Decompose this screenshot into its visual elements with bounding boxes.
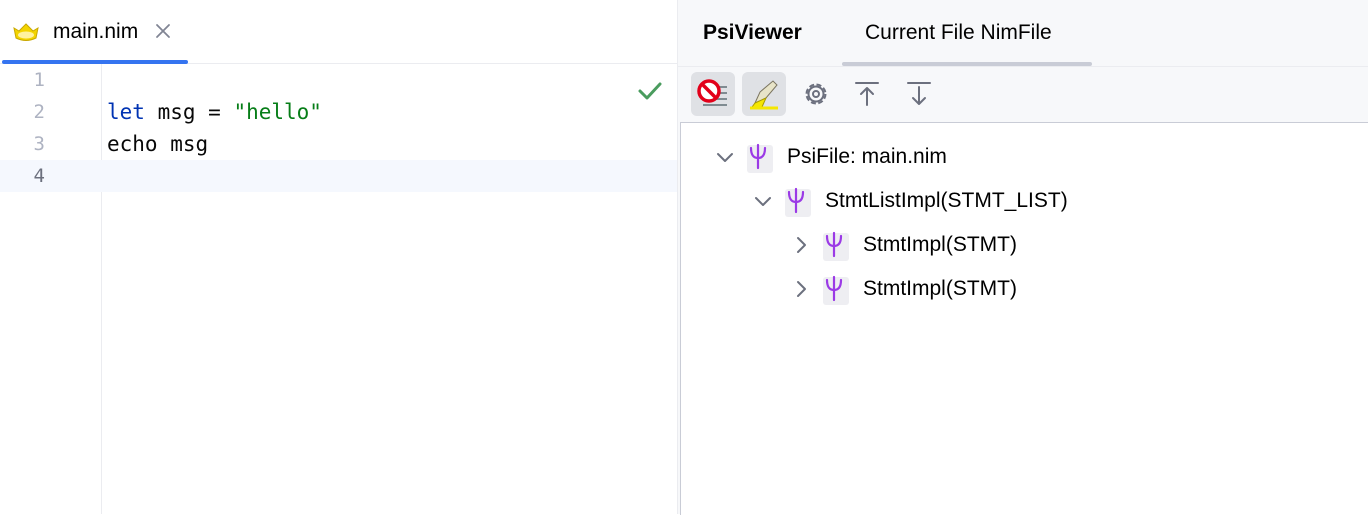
arrow-up-bar-icon <box>855 82 879 106</box>
code-text: echo msg <box>107 128 208 160</box>
no-entry-icon <box>697 79 727 106</box>
tab-current-file-label: Current File NimFile <box>865 21 1052 44</box>
tab-current-file[interactable]: Current File NimFile <box>842 0 1092 66</box>
psi-element-icon <box>823 275 849 305</box>
code-line[interactable]: 1 <box>0 64 677 96</box>
disable-highlight-button[interactable] <box>691 72 735 116</box>
code-token-plain: echo msg <box>107 132 209 156</box>
tree-node[interactable]: PsiFile: main.nim <box>715 135 1368 179</box>
arrow-down-bar-icon <box>907 82 931 105</box>
tree-node[interactable]: StmtImpl(STMT) <box>791 267 1368 311</box>
scroll-to-source-button[interactable] <box>897 72 941 116</box>
psiviewer-panel: PsiViewer Current File NimFile PsiFile: … <box>677 0 1368 515</box>
chevron-right-icon[interactable] <box>791 279 811 299</box>
tree-node-label: StmtImpl(STMT) <box>863 277 1017 300</box>
chevron-down-icon[interactable] <box>753 191 773 211</box>
code-line[interactable]: 4 <box>0 160 677 192</box>
psi-element-icon <box>785 187 811 217</box>
tree-node[interactable]: StmtImpl(STMT) <box>791 223 1368 267</box>
nim-crown-icon <box>13 23 39 41</box>
psiviewer-header: PsiViewer Current File NimFile <box>678 0 1368 67</box>
gear-icon <box>805 83 827 105</box>
line-number: 3 <box>33 133 45 155</box>
settings-button[interactable] <box>794 72 838 116</box>
close-icon[interactable] <box>154 22 172 40</box>
code-token-string: "hello" <box>233 100 322 124</box>
tab-label: main.nim <box>53 20 139 43</box>
code-token-plain: msg = <box>144 100 234 124</box>
line-number: 1 <box>33 69 45 91</box>
panel-title: PsiViewer <box>703 21 802 44</box>
code-line[interactable]: 2 let msg = "hello" <box>0 96 677 128</box>
tab-main-nim[interactable]: main.nim <box>0 0 188 64</box>
psi-element-icon <box>823 231 849 261</box>
line-number: 2 <box>33 101 45 123</box>
code-token-keyword: let <box>107 100 145 124</box>
psiviewer-toolbar <box>678 66 1368 122</box>
psi-element-icon <box>747 143 773 173</box>
highlighter-icon <box>750 80 778 110</box>
highlight-button[interactable] <box>742 72 786 116</box>
chevron-right-icon[interactable] <box>791 235 811 255</box>
tree-node-label: StmtImpl(STMT) <box>863 233 1017 256</box>
tree-node-label: StmtListImpl(STMT_LIST) <box>825 189 1068 212</box>
psi-tree[interactable]: PsiFile: main.nim StmtListImpl(STMT_LIST)… <box>680 122 1368 515</box>
tree-node[interactable]: StmtListImpl(STMT_LIST) <box>753 179 1368 223</box>
line-number: 4 <box>33 165 45 187</box>
scroll-from-source-button[interactable] <box>845 72 889 116</box>
code-text: let msg = "hello" <box>107 96 322 128</box>
editor-tab-bar: main.nim <box>0 0 677 64</box>
chevron-down-icon[interactable] <box>715 147 735 167</box>
code-line[interactable]: 3 echo msg <box>0 128 677 160</box>
editor-pane: main.nim 1 2 let msg = "hello" 3 echo msg 4 <box>0 0 677 514</box>
check-icon <box>638 82 662 100</box>
tree-node-label: PsiFile: main.nim <box>787 145 947 168</box>
